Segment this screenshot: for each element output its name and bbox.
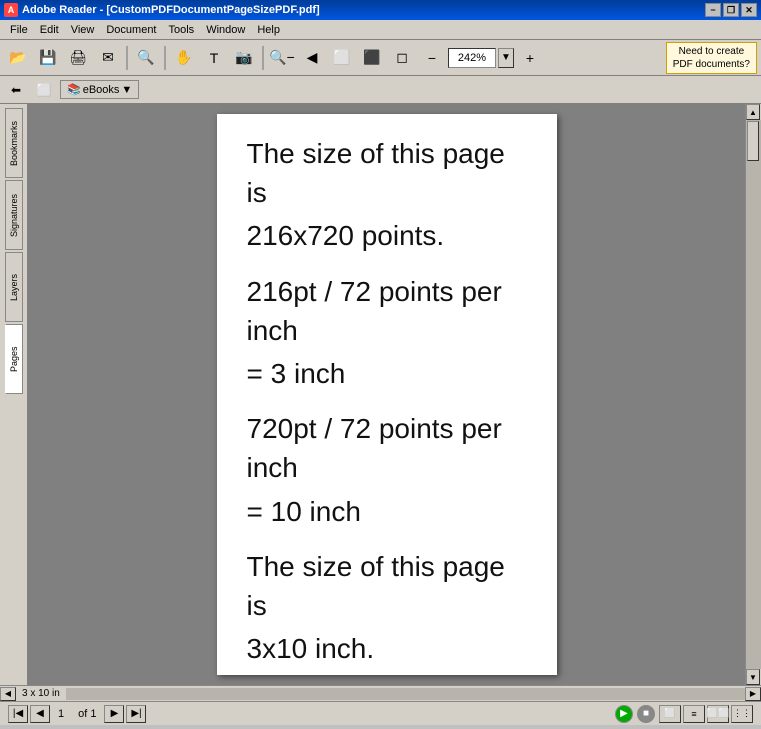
menu-view[interactable]: View bbox=[65, 22, 101, 38]
zoom-decrease-button[interactable]: − bbox=[418, 44, 446, 72]
scroll-down-button[interactable]: ▼ bbox=[746, 669, 760, 685]
open-button[interactable]: 📂 bbox=[4, 44, 32, 72]
zoom-dropdown-button[interactable]: ▼ bbox=[498, 48, 514, 68]
ebooks-dropdown-icon: ▼ bbox=[121, 84, 132, 96]
close-button[interactable]: ✕ bbox=[741, 3, 757, 17]
toolbar2-btn-1[interactable]: ⬅ bbox=[4, 79, 28, 101]
nav-right: ▶ ■ ⬜ ≡ ⬜⬜ ⋮⋮ bbox=[615, 705, 753, 723]
layers-tab[interactable]: Layers bbox=[5, 252, 23, 322]
ebooks-button[interactable]: 📚 eBooks ▼ bbox=[60, 80, 139, 99]
snapshot-button[interactable]: 📷 bbox=[230, 44, 258, 72]
ebooks-label: eBooks bbox=[83, 84, 120, 96]
search-button[interactable]: 🔍 bbox=[132, 44, 160, 72]
h-scrollbar: ◀ 3 x 10 in ▶ bbox=[0, 685, 761, 701]
right-scrollbar: ▲ ▼ bbox=[745, 104, 761, 685]
page-view-buttons: ⬜ ≡ ⬜⬜ ⋮⋮ bbox=[659, 705, 753, 723]
restore-button[interactable]: ❐ bbox=[723, 3, 739, 17]
toolbar-separator-2 bbox=[164, 46, 166, 70]
continuous-facing-view-button[interactable]: ⋮⋮ bbox=[731, 705, 753, 723]
zoom-out-button[interactable]: 🔍− bbox=[268, 44, 296, 72]
play-button[interactable]: ▶ bbox=[615, 705, 633, 723]
scrollbar-track[interactable] bbox=[746, 120, 761, 669]
hand-tool-button[interactable]: ✋ bbox=[170, 44, 198, 72]
h-scrollbar-track[interactable] bbox=[66, 688, 745, 700]
last-page-button[interactable]: ▶| bbox=[126, 705, 146, 723]
pdf-page: The size of this page is 216x720 points.… bbox=[217, 114, 557, 675]
adobe-banner-line2: PDF documents? bbox=[673, 58, 750, 71]
title-bar-buttons: − ❐ ✕ bbox=[705, 3, 757, 17]
save-button[interactable]: 💾 bbox=[34, 44, 62, 72]
continuous-view-button[interactable]: ≡ bbox=[683, 705, 705, 723]
toolbar-separator-3 bbox=[262, 46, 264, 70]
nav-bar: |◀ ◀ 1 of 1 ▶ ▶| ▶ ■ ⬜ ≡ ⬜⬜ ⋮⋮ bbox=[0, 701, 761, 725]
secondary-toolbar: ⬅ ⬜ 📚 eBooks ▼ bbox=[0, 76, 761, 104]
pdf-line-2: 216x720 points. bbox=[247, 216, 527, 255]
first-page-button[interactable]: |◀ bbox=[8, 705, 28, 723]
left-tabs: Bookmarks Signatures Layers Pages bbox=[0, 104, 28, 685]
pages-tab[interactable]: Pages bbox=[5, 324, 23, 394]
actual-size-button[interactable]: ⬜ bbox=[328, 44, 356, 72]
menu-file[interactable]: File bbox=[4, 22, 34, 38]
adobe-banner-line1: Need to create bbox=[673, 45, 750, 58]
stop-button[interactable]: ■ bbox=[637, 705, 655, 723]
main-area: Bookmarks Signatures Layers Pages The si… bbox=[0, 104, 761, 685]
menu-window[interactable]: Window bbox=[200, 22, 251, 38]
main-toolbar: 📂 💾 🖨 ✉ 🔍 ✋ T 📷 🔍− ◀ ⬜ ⬛ ◻ − ▼ + Need to… bbox=[0, 40, 761, 76]
zoom-prev-button[interactable]: ◀ bbox=[298, 44, 326, 72]
minimize-button[interactable]: − bbox=[705, 3, 721, 17]
pdf-line-1: The size of this page is bbox=[247, 134, 527, 212]
zoom-input[interactable] bbox=[448, 48, 496, 68]
prev-page-button[interactable]: ◀ bbox=[30, 705, 50, 723]
select-text-button[interactable]: T bbox=[200, 44, 228, 72]
title-bar-left: A Adobe Reader - [CustomPDFDocumentPageS… bbox=[4, 3, 320, 17]
scroll-right-button[interactable]: ▶ bbox=[745, 687, 761, 701]
next-page-button[interactable]: ▶ bbox=[104, 705, 124, 723]
pdf-line-4: = 3 inch bbox=[247, 354, 527, 393]
zoom-increase-button[interactable]: + bbox=[516, 44, 544, 72]
scrollbar-thumb[interactable] bbox=[747, 121, 759, 161]
zoom-box: − ▼ + bbox=[418, 44, 544, 72]
pdf-line-3: 216pt / 72 points per inch bbox=[247, 272, 527, 350]
print-button[interactable]: 🖨 bbox=[64, 44, 92, 72]
fit-width-button[interactable]: ◻ bbox=[388, 44, 416, 72]
title-bar: A Adobe Reader - [CustomPDFDocumentPageS… bbox=[0, 0, 761, 20]
single-page-view-button[interactable]: ⬜ bbox=[659, 705, 681, 723]
fit-page-button[interactable]: ⬛ bbox=[358, 44, 386, 72]
page-size-label: 3 x 10 in bbox=[16, 688, 66, 699]
facing-view-button[interactable]: ⬜⬜ bbox=[707, 705, 729, 723]
menu-help[interactable]: Help bbox=[251, 22, 286, 38]
pdf-content-area[interactable]: The size of this page is 216x720 points.… bbox=[28, 104, 745, 685]
pdf-line-7: The size of this page is bbox=[247, 547, 527, 625]
nav-controls: |◀ ◀ 1 of 1 ▶ ▶| bbox=[8, 705, 146, 723]
current-page: 1 bbox=[52, 708, 70, 720]
email-button[interactable]: ✉ bbox=[94, 44, 122, 72]
menu-document[interactable]: Document bbox=[100, 22, 162, 38]
bookmarks-tab[interactable]: Bookmarks bbox=[5, 108, 23, 178]
title-bar-text: Adobe Reader - [CustomPDFDocumentPageSiz… bbox=[22, 4, 320, 16]
page-of-label: of 1 bbox=[72, 708, 102, 720]
menu-bar: File Edit View Document Tools Window Hel… bbox=[0, 20, 761, 40]
pdf-line-5: 720pt / 72 points per inch bbox=[247, 409, 527, 487]
pdf-line-6: = 10 inch bbox=[247, 492, 527, 531]
adobe-banner: Need to create PDF documents? bbox=[666, 42, 757, 74]
pdf-line-9: 3 inch x 2.54 = 7.62 cm bbox=[247, 684, 527, 685]
app-icon: A bbox=[4, 3, 18, 17]
pdf-line-8: 3x10 inch. bbox=[247, 629, 527, 668]
toolbar-separator-1 bbox=[126, 46, 128, 70]
ebooks-icon: 📚 bbox=[67, 83, 81, 96]
signatures-tab[interactable]: Signatures bbox=[5, 180, 23, 250]
scroll-left-button[interactable]: ◀ bbox=[0, 687, 16, 701]
toolbar2-btn-2[interactable]: ⬜ bbox=[32, 79, 56, 101]
scroll-up-button[interactable]: ▲ bbox=[746, 104, 760, 120]
menu-tools[interactable]: Tools bbox=[163, 22, 201, 38]
menu-edit[interactable]: Edit bbox=[34, 22, 65, 38]
